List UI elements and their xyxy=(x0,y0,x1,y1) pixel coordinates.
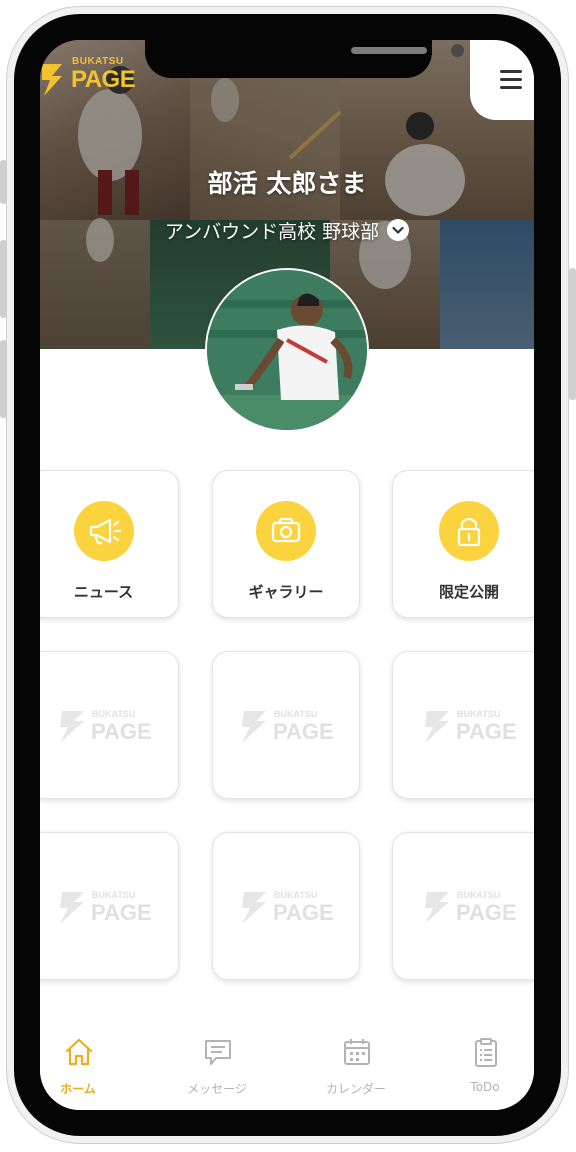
svg-text:BUKATSU: BUKATSU xyxy=(92,890,135,900)
bukatsu-page-logo-icon: BUKATSU PAGE xyxy=(425,709,517,744)
hamburger-menu-button[interactable] xyxy=(470,40,534,120)
bukatsu-page-logo-icon: BUKATSU PAGE xyxy=(59,709,152,744)
chevron-down-icon[interactable] xyxy=(387,219,410,241)
svg-text:PAGE: PAGE xyxy=(91,719,152,744)
phone-side-button xyxy=(0,240,7,318)
phone-notch xyxy=(145,40,464,78)
bottom-tab-bar: ホーム メッセージ カレンダー ToDo xyxy=(40,1022,534,1110)
tile-gallery[interactable]: ギャラリー xyxy=(212,470,360,618)
svg-text:PAGE: PAGE xyxy=(273,719,334,744)
bukatsu-page-logo-icon: BUKATSU PAGE xyxy=(59,890,152,925)
svg-text:PAGE: PAGE xyxy=(456,719,517,744)
tab-label: ToDo xyxy=(470,1080,500,1094)
logo-big-text: PAGE xyxy=(71,66,136,93)
user-name: 部活 太郎さま xyxy=(207,169,367,198)
tile-label: ニュース xyxy=(73,583,134,601)
svg-text:BUKATSU: BUKATSU xyxy=(274,709,317,719)
placeholder-tile[interactable]: BUKATSU PAGE xyxy=(212,832,360,980)
logo-mark-icon xyxy=(42,64,62,96)
placeholder-tile[interactable]: BUKATSU PAGE xyxy=(392,651,534,799)
avatar[interactable] xyxy=(205,268,369,432)
team-selector[interactable]: アンバウンド高校 野球部 xyxy=(40,215,534,245)
tab-home[interactable]: ホーム xyxy=(40,1022,128,1110)
tab-messages[interactable]: メッセージ xyxy=(167,1022,267,1110)
tile-news[interactable]: ニュース xyxy=(40,470,179,618)
camera-icon xyxy=(256,501,316,561)
svg-text:BUKATSU: BUKATSU xyxy=(457,709,500,719)
bukatsu-page-logo-icon: BUKATSU PAGE xyxy=(425,890,517,925)
svg-text:BUKATSU: BUKATSU xyxy=(92,709,135,719)
tile-label: ギャラリー xyxy=(248,583,324,601)
placeholder-tile[interactable]: BUKATSU PAGE xyxy=(212,651,360,799)
bukatsu-page-logo-icon: BUKATSU PAGE xyxy=(242,890,334,925)
megaphone-icon xyxy=(73,501,134,561)
tab-todo[interactable]: ToDo xyxy=(435,1022,534,1110)
svg-text:BUKATSU: BUKATSU xyxy=(274,890,317,900)
phone-side-button xyxy=(0,160,7,204)
svg-text:BUKATSU: BUKATSU xyxy=(457,890,500,900)
placeholder-tile[interactable]: BUKATSU PAGE xyxy=(40,651,179,799)
lock-icon xyxy=(439,501,499,561)
speaker-grille xyxy=(351,47,427,54)
placeholder-tile[interactable]: BUKATSU PAGE xyxy=(392,832,534,980)
message-icon xyxy=(205,1040,231,1065)
calendar-icon xyxy=(344,1039,370,1065)
home-icon xyxy=(65,1038,93,1066)
svg-text:PAGE: PAGE xyxy=(456,900,517,925)
front-camera xyxy=(451,44,464,57)
app-logo[interactable]: BUKATSU PAGE xyxy=(40,54,150,110)
tile-label: 限定公開 xyxy=(438,583,499,601)
avatar-photo xyxy=(207,270,367,430)
team-name: アンバウンド高校 野球部 xyxy=(164,220,380,243)
tab-label: カレンダー xyxy=(325,1082,386,1096)
hamburger-menu-icon xyxy=(500,70,522,89)
clipboard-icon xyxy=(475,1038,497,1067)
placeholder-tile[interactable]: BUKATSU PAGE xyxy=(40,832,179,980)
bukatsu-page-logo-icon: BUKATSU PAGE xyxy=(242,709,334,744)
svg-text:PAGE: PAGE xyxy=(273,900,334,925)
svg-text:PAGE: PAGE xyxy=(91,900,152,925)
tile-limited-access[interactable]: 限定公開 xyxy=(392,470,534,618)
app-screen: BUKATSU PAGE 部活 太郎さま アンバウンド高校 野球部 ニュース ギ… xyxy=(40,40,534,1110)
tab-label: メッセージ xyxy=(187,1082,247,1096)
phone-side-button xyxy=(569,268,576,400)
phone-side-button xyxy=(0,340,7,418)
tab-calendar[interactable]: カレンダー xyxy=(306,1022,406,1110)
tab-label: ホーム xyxy=(60,1082,96,1096)
